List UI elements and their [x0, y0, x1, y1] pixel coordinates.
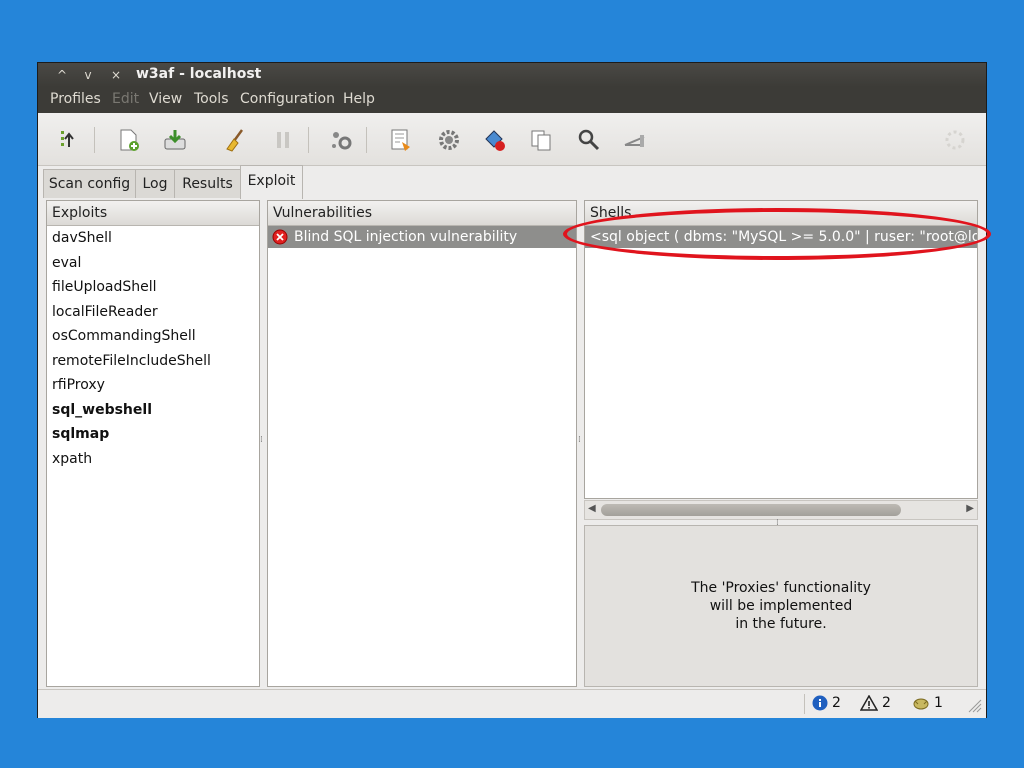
wizard-icon[interactable] — [52, 125, 82, 155]
info-icon — [812, 695, 828, 711]
menu-tools[interactable]: Tools — [194, 91, 229, 107]
vuln-count: 1 — [934, 695, 943, 711]
exploits-pane: Exploits davShell eval fileUploadShell l… — [46, 200, 260, 687]
search-icon[interactable] — [574, 125, 604, 155]
shells-header[interactable]: Shells — [585, 201, 977, 226]
warning-icon — [860, 695, 878, 711]
multi-config-icon[interactable] — [326, 125, 356, 155]
exploit-item[interactable]: davShell — [47, 226, 259, 251]
tab-results[interactable]: Results — [174, 169, 241, 198]
exploits-header[interactable]: Exploits — [47, 201, 259, 226]
close-button[interactable]: × — [106, 65, 126, 85]
tab-log[interactable]: Log — [135, 169, 175, 198]
shells-horizontal-scrollbar[interactable]: ◀ ▶ — [584, 500, 978, 520]
menu-help[interactable]: Help — [343, 91, 375, 107]
tab-scan-config[interactable]: Scan config — [43, 169, 136, 198]
vulnerabilities-header[interactable]: Vulnerabilities — [268, 201, 576, 226]
minimize-button[interactable]: ^ — [52, 65, 72, 85]
bug-icon — [912, 695, 930, 711]
fuzzy-request-icon[interactable] — [480, 125, 510, 155]
vuln-status[interactable]: 1 — [912, 695, 943, 711]
proxies-panel: The 'Proxies' functionality will be impl… — [584, 525, 978, 687]
info-status[interactable]: 2 — [812, 695, 841, 711]
vulnerabilities-pane: Vulnerabilities Blind SQL injection vuln… — [267, 200, 577, 687]
pane-resize-handle[interactable]: ⁞ — [578, 435, 582, 447]
pane-resize-handle[interactable]: ⁞ — [260, 435, 264, 447]
menu-bar: Profiles Edit View Tools Configuration H… — [38, 87, 986, 113]
scroll-right-icon[interactable]: ▶ — [966, 503, 974, 514]
exploit-item[interactable]: eval — [47, 251, 259, 276]
menu-configuration[interactable]: Configuration — [240, 91, 335, 107]
exploit-item[interactable]: fileUploadShell — [47, 275, 259, 300]
exploit-item[interactable]: xpath — [47, 447, 259, 472]
save-profile-icon[interactable] — [160, 125, 190, 155]
proxy-icon[interactable] — [620, 125, 650, 155]
vulnerability-label: Blind SQL injection vulnerability — [294, 229, 518, 245]
menu-edit[interactable]: Edit — [112, 91, 139, 107]
menu-view[interactable]: View — [149, 91, 182, 107]
tab-exploit[interactable]: Exploit — [240, 165, 303, 199]
exploit-item[interactable]: localFileReader — [47, 300, 259, 325]
vulnerability-row[interactable]: Blind SQL injection vulnerability — [268, 226, 576, 248]
exploit-item[interactable]: sql_webshell — [47, 398, 259, 423]
menu-profiles[interactable]: Profiles — [50, 91, 101, 107]
pause-icon[interactable] — [268, 125, 298, 155]
scroll-thumb[interactable] — [601, 504, 901, 516]
shells-pane: Shells <sql object ( dbms: "MySQL >= 5.0… — [584, 200, 978, 499]
w3af-window: ^ v × w3af - localhost Profiles Edit Vie… — [38, 63, 986, 718]
new-profile-icon[interactable] — [114, 125, 144, 155]
exploit-item[interactable]: rfiProxy — [47, 373, 259, 398]
toolbar — [38, 113, 986, 166]
info-count: 2 — [832, 695, 841, 711]
status-bar: 2 2 1 — [38, 689, 986, 718]
clear-icon[interactable] — [220, 125, 250, 155]
exploit-item[interactable]: remoteFileIncludeShell — [47, 349, 259, 374]
warning-count: 2 — [882, 695, 891, 711]
error-icon — [272, 229, 288, 245]
resize-grip-icon[interactable] — [968, 698, 982, 717]
settings-icon[interactable] — [434, 125, 464, 155]
exploit-item[interactable]: sqlmap — [47, 422, 259, 447]
window-title: w3af - localhost — [136, 66, 262, 82]
shell-row[interactable]: <sql object ( dbms: "MySQL >= 5.0.0" | r… — [585, 226, 977, 248]
throbber-icon — [940, 125, 970, 155]
scroll-left-icon[interactable]: ◀ — [588, 503, 596, 514]
proxies-message: The 'Proxies' functionality will be impl… — [691, 580, 871, 632]
compare-icon[interactable] — [526, 125, 556, 155]
maximize-button[interactable]: v — [78, 65, 98, 85]
title-bar: ^ v × w3af - localhost — [38, 63, 986, 87]
manual-request-icon[interactable] — [386, 125, 416, 155]
exploit-item[interactable]: osCommandingShell — [47, 324, 259, 349]
warning-status[interactable]: 2 — [860, 695, 891, 711]
